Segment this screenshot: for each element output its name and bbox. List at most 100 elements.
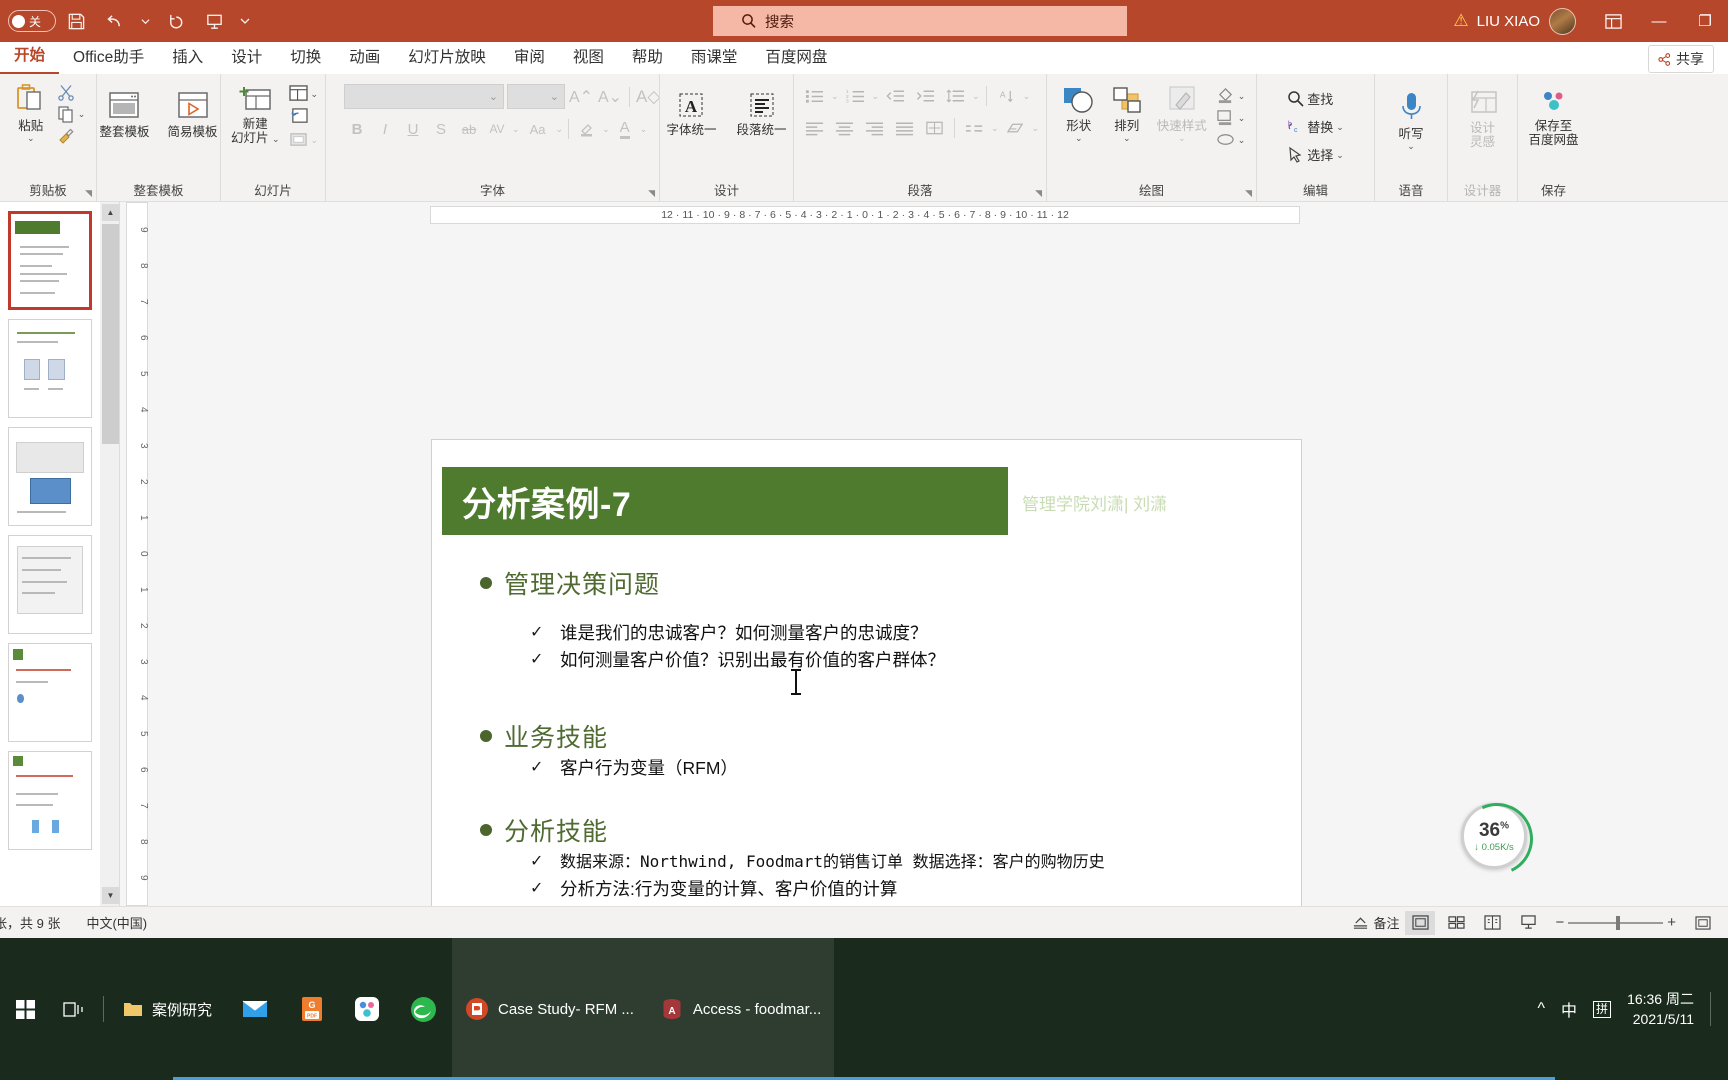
scroll-up-button[interactable]: ▲ xyxy=(102,204,119,221)
scrollbar-thumb[interactable] xyxy=(102,224,119,444)
numbering-caret[interactable]: ⌄ xyxy=(872,92,880,101)
dictate-caret[interactable]: ⌄ xyxy=(1407,142,1415,151)
slide-sorter-icon[interactable] xyxy=(1441,911,1471,935)
quick-styles-caret[interactable]: ⌄ xyxy=(1178,134,1186,143)
reading-view-icon[interactable] xyxy=(1477,911,1507,935)
cut-button[interactable] xyxy=(55,82,88,102)
font-unify-button[interactable]: A 字体统一 xyxy=(661,88,721,141)
design-ideas-button[interactable]: 设计 灵感 xyxy=(1460,86,1506,153)
align-center-button[interactable] xyxy=(831,116,858,140)
font-dialog-launcher[interactable]: ◥ xyxy=(648,188,655,199)
zoom-out-button[interactable]: − xyxy=(1555,914,1564,931)
shape-fill-button[interactable]: ⌄ xyxy=(1214,86,1248,105)
ribbon-display-options-icon[interactable] xyxy=(1590,0,1636,42)
character-spacing-button[interactable]: AV xyxy=(484,117,510,141)
network-speed-widget[interactable]: 36% ↓ 0.05K/s xyxy=(1461,803,1527,869)
dictate-button[interactable]: 听写 ⌄ xyxy=(1388,88,1434,153)
bullets-caret[interactable]: ⌄ xyxy=(831,92,839,101)
align-text-button[interactable] xyxy=(961,116,988,140)
list-item[interactable] xyxy=(8,643,92,742)
list-item[interactable] xyxy=(8,427,92,526)
zoom-in-button[interactable]: + xyxy=(1667,914,1676,931)
tab-office-assistant[interactable]: Office助手 xyxy=(59,41,158,74)
justify-button[interactable] xyxy=(891,116,918,140)
access-icon[interactable]: A Access - foodmar... xyxy=(172,938,1556,1080)
text-shadow-button[interactable]: S xyxy=(428,117,454,141)
paste-caret[interactable]: ⌄ xyxy=(27,134,35,143)
select-button[interactable]: 选择 ⌄ xyxy=(1285,144,1346,165)
tab-transitions[interactable]: 切换 xyxy=(276,41,335,74)
redo-icon[interactable] xyxy=(158,6,194,36)
mail-icon[interactable] xyxy=(225,938,285,1080)
font-color-button[interactable]: A xyxy=(612,117,638,141)
share-button[interactable]: 共享 xyxy=(1648,45,1714,73)
shape-effects-button[interactable]: ⌄ xyxy=(1214,130,1248,149)
clipboard-dialog-launcher[interactable]: ◥ xyxy=(85,188,92,199)
tab-home[interactable]: 开始 xyxy=(0,39,60,74)
format-painter-button[interactable] xyxy=(55,126,88,146)
search-input[interactable]: 搜索 xyxy=(713,6,1127,36)
start-slideshow-icon[interactable] xyxy=(196,6,232,36)
convert-smartart-button[interactable] xyxy=(1002,116,1029,140)
find-button[interactable]: 查找 xyxy=(1285,88,1346,109)
ime-mode-icon[interactable]: 中 xyxy=(1561,997,1577,1021)
slide-title-placeholder[interactable]: 分析案例-7 xyxy=(442,467,1008,535)
save-icon[interactable] xyxy=(58,6,94,36)
tab-slideshow[interactable]: 幻灯片放映 xyxy=(394,41,500,74)
italic-button[interactable]: I xyxy=(372,117,398,141)
arrange-caret[interactable]: ⌄ xyxy=(1123,134,1131,143)
arrange-button[interactable]: 排列 ⌄ xyxy=(1104,82,1150,145)
convert-smartart-caret[interactable]: ⌄ xyxy=(1032,124,1040,133)
section-button[interactable]: ⌄ xyxy=(287,130,321,149)
cloud-icon[interactable] xyxy=(339,938,395,1080)
line-spacing-button[interactable] xyxy=(942,84,969,108)
strikethrough-button[interactable]: ab xyxy=(456,117,482,141)
drawing-dialog-launcher[interactable]: ◥ xyxy=(1245,188,1252,199)
decrease-indent-button[interactable] xyxy=(882,84,909,108)
columns-button[interactable] xyxy=(921,116,948,140)
tab-design[interactable]: 设计 xyxy=(217,41,276,74)
zoom-track[interactable] xyxy=(1568,915,1664,930)
restore-button[interactable]: ❐ xyxy=(1682,0,1728,42)
list-item[interactable] xyxy=(8,319,92,418)
change-case-caret[interactable]: ⌄ xyxy=(556,125,564,134)
undo-dropdown-caret[interactable] xyxy=(134,6,156,36)
replace-button[interactable]: bc 替换 ⌄ xyxy=(1285,116,1346,137)
character-spacing-caret[interactable]: ⌄ xyxy=(512,125,520,134)
copy-button[interactable]: ⌄ xyxy=(55,104,88,124)
baidu-save-button[interactable]: 保存至 百度网盘 xyxy=(1524,86,1584,151)
show-desktop-button[interactable] xyxy=(1710,992,1714,1026)
copy-caret[interactable]: ⌄ xyxy=(78,110,86,119)
paragraph-dialog-launcher[interactable]: ◥ xyxy=(1035,188,1042,199)
text-direction-button[interactable]: A xyxy=(993,84,1020,108)
tab-help[interactable]: 帮助 xyxy=(618,41,677,74)
tab-view[interactable]: 视图 xyxy=(559,41,618,74)
warning-triangle-icon[interactable]: ⚠ xyxy=(1453,11,1468,31)
folder-case-study[interactable]: 案例研究 xyxy=(110,938,225,1080)
shape-outline-button[interactable]: ⌄ xyxy=(1214,108,1248,127)
autosave-toggle[interactable]: 关 xyxy=(8,10,56,32)
tab-insert[interactable]: 插入 xyxy=(158,41,217,74)
list-item[interactable] xyxy=(8,211,92,310)
simple-template-button[interactable]: 简易模板 xyxy=(163,88,223,143)
customize-qat-caret[interactable] xyxy=(234,6,256,36)
clear-formatting-icon[interactable]: A◇ xyxy=(636,87,660,107)
language-indicator[interactable]: 中文(中国) xyxy=(86,913,147,932)
grow-font-button[interactable]: A⌃ xyxy=(568,85,594,109)
font-color-caret[interactable]: ⌄ xyxy=(640,125,648,134)
normal-view-icon[interactable] xyxy=(1405,910,1436,935)
align-right-button[interactable] xyxy=(861,116,888,140)
full-template-button[interactable]: 整套模板 xyxy=(94,88,154,143)
new-slide-button[interactable]: 新建 幻灯片 ⌄ xyxy=(226,82,285,149)
slide-section-1[interactable]: 管理决策问题 ✓ 谁是我们的忠诚客户？如何测量客户的忠诚度？ ✓ 如何测量客户价… xyxy=(480,565,945,675)
paste-button[interactable]: 粘贴 ⌄ xyxy=(9,80,53,145)
shape-effects-caret[interactable]: ⌄ xyxy=(1238,135,1246,144)
slideshow-icon[interactable] xyxy=(1513,911,1543,935)
paragraph-unify-button[interactable]: 段落统一 xyxy=(732,88,792,141)
shapes-button[interactable]: 形状 ⌄ xyxy=(1056,82,1102,145)
account-name[interactable]: LIU XIAO xyxy=(1477,13,1540,30)
increase-indent-button[interactable] xyxy=(912,84,939,108)
shape-outline-caret[interactable]: ⌄ xyxy=(1238,113,1246,122)
start-icon[interactable] xyxy=(0,938,51,1080)
minimize-button[interactable]: ― xyxy=(1636,0,1682,42)
